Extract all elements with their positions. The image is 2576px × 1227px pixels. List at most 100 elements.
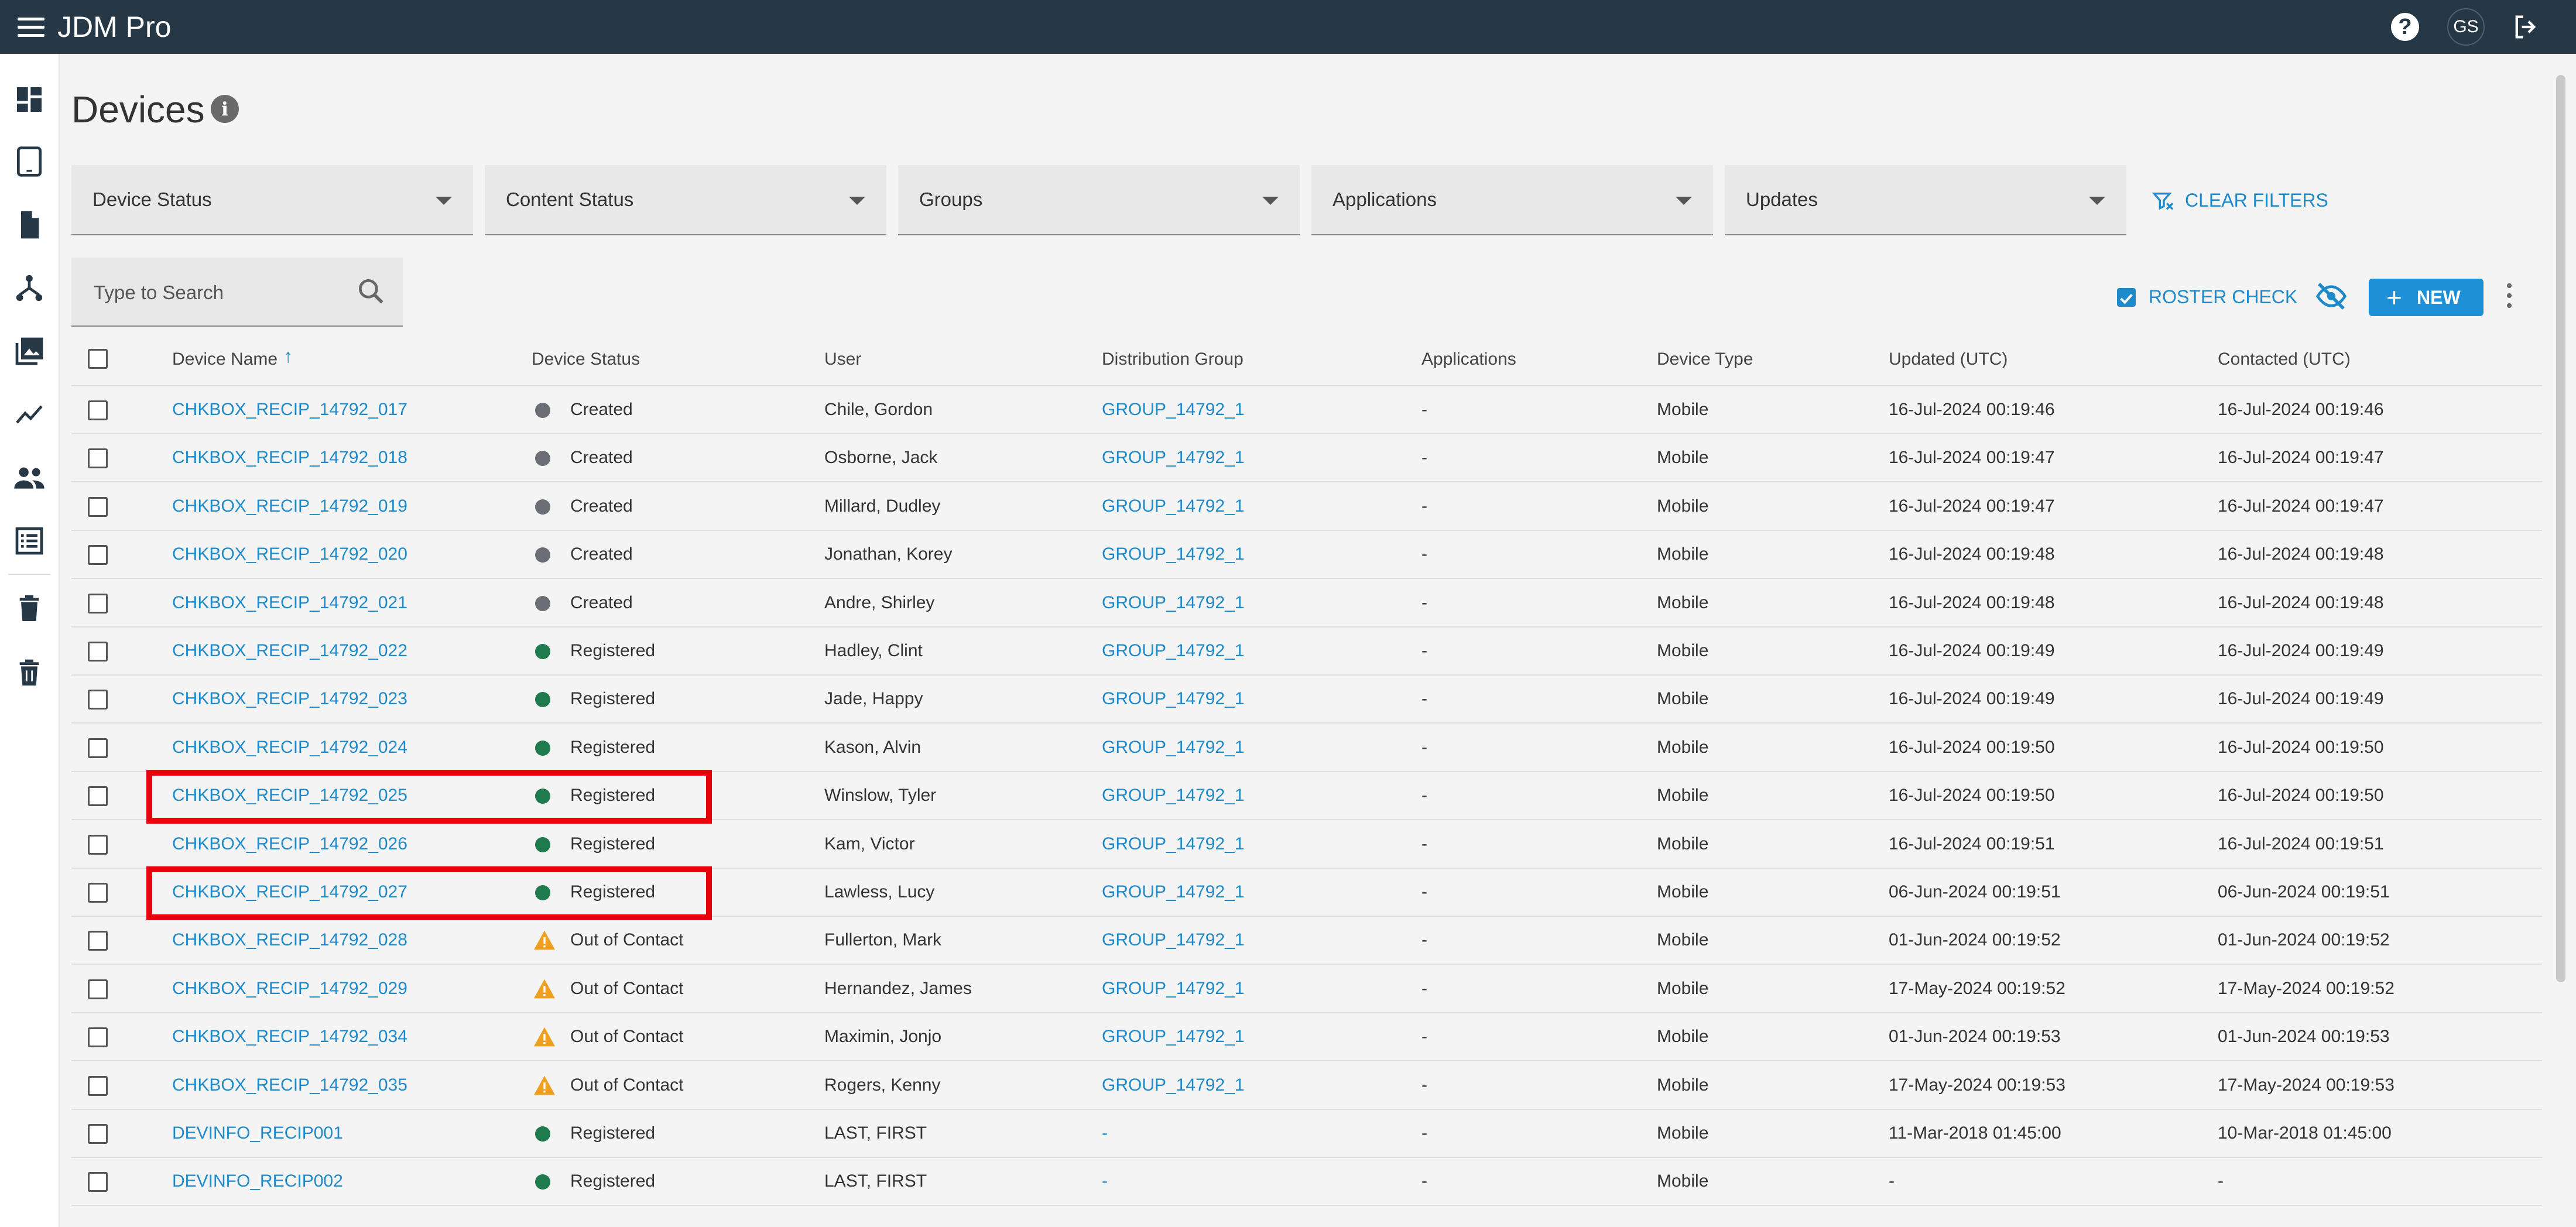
row-checkbox[interactable]: [88, 834, 108, 855]
trash-alt-icon[interactable]: [13, 657, 46, 690]
device-name-link[interactable]: CHKBOX_RECIP_14792_022: [172, 639, 407, 663]
table-row[interactable]: CHKBOX_RECIP_14792_029 Out of Contact Hern…: [71, 965, 2542, 1013]
row-checkbox[interactable]: [88, 1172, 108, 1192]
device-name-link[interactable]: CHKBOX_RECIP_14792_034: [172, 1025, 407, 1048]
row-checkbox[interactable]: [88, 1075, 108, 1096]
distribution-group-link[interactable]: GROUP_14792_1: [1102, 639, 1245, 663]
table-row[interactable]: CHKBOX_RECIP_14792_023 Registered Jade, Ha…: [71, 676, 2542, 724]
row-checkbox[interactable]: [88, 786, 108, 807]
updates-filter[interactable]: Updates: [1725, 165, 2126, 235]
row-checkbox[interactable]: [88, 545, 108, 565]
people-icon[interactable]: [13, 461, 46, 494]
device-name-link[interactable]: CHKBOX_RECIP_14792_023: [172, 687, 407, 711]
device-name-link[interactable]: CHKBOX_RECIP_14792_020: [172, 543, 407, 566]
column-header-updated[interactable]: Updated (UTC): [1889, 348, 2008, 371]
row-checkbox[interactable]: [88, 642, 108, 662]
table-row[interactable]: CHKBOX_RECIP_14792_028 Out of Contact Full…: [71, 917, 2542, 965]
device-name-link[interactable]: DEVINFO_RECIP002: [172, 1170, 343, 1193]
trend-chart-icon[interactable]: [13, 398, 46, 431]
search-icon[interactable]: [355, 275, 388, 308]
column-header-applications[interactable]: Applications: [1421, 348, 1516, 371]
table-row[interactable]: CHKBOX_RECIP_14792_020 Created Jonathan, K…: [71, 531, 2542, 580]
table-row[interactable]: CHKBOX_RECIP_14792_034 Out of Contact Maxi…: [71, 1013, 2542, 1062]
table-row[interactable]: CHKBOX_RECIP_14792_018 Created Osborne, Ja…: [71, 434, 2542, 483]
photo-library-icon[interactable]: [13, 335, 46, 368]
hamburger-menu-icon[interactable]: [18, 14, 44, 40]
distribution-group-link[interactable]: GROUP_14792_1: [1102, 1025, 1245, 1048]
row-checkbox[interactable]: [88, 883, 108, 903]
row-checkbox[interactable]: [88, 979, 108, 999]
info-icon[interactable]: i: [211, 95, 239, 123]
document-icon[interactable]: [13, 208, 46, 241]
table-row[interactable]: DEVINFO_RECIP002 Registered LAST, FIRST - - M…: [71, 1158, 2542, 1207]
hide-columns-eye-off-icon[interactable]: [2315, 280, 2348, 316]
row-checkbox[interactable]: [88, 931, 108, 951]
search-input[interactable]: [93, 279, 341, 307]
row-checkbox[interactable]: [88, 448, 108, 469]
row-checkbox[interactable]: [88, 1027, 108, 1048]
device-name-link[interactable]: CHKBOX_RECIP_14792_024: [172, 736, 407, 759]
distribution-group-link[interactable]: GROUP_14792_1: [1102, 736, 1245, 759]
device-status-filter[interactable]: Device Status: [71, 165, 473, 235]
device-name-link[interactable]: CHKBOX_RECIP_14792_021: [172, 591, 407, 615]
help-icon[interactable]: ?: [2391, 13, 2419, 41]
column-header-device-name[interactable]: Device Name: [172, 348, 278, 371]
groups-filter[interactable]: Groups: [898, 165, 1300, 235]
device-name-link[interactable]: CHKBOX_RECIP_14792_035: [172, 1074, 407, 1097]
device-name-link[interactable]: DEVINFO_RECIP001: [172, 1122, 343, 1145]
table-row[interactable]: DEVINFO_RECIP001 Registered LAST, FIRST - - M…: [71, 1110, 2542, 1158]
more-options-icon[interactable]: [2506, 283, 2513, 311]
distribution-group-link[interactable]: GROUP_14792_1: [1102, 977, 1245, 1000]
device-name-link[interactable]: CHKBOX_RECIP_14792_026: [172, 832, 407, 856]
dashboard-icon[interactable]: [13, 83, 46, 116]
table-row[interactable]: CHKBOX_RECIP_14792_026 Registered Kam, Vic…: [71, 821, 2542, 869]
distribution-group-link[interactable]: GROUP_14792_1: [1102, 832, 1245, 856]
distribution-group-link[interactable]: GROUP_14792_1: [1102, 591, 1245, 615]
distribution-group-link[interactable]: GROUP_14792_1: [1102, 928, 1245, 952]
trash-icon[interactable]: [13, 592, 46, 625]
table-row[interactable]: CHKBOX_RECIP_14792_024 Registered Kason, A…: [71, 724, 2542, 772]
row-checkbox[interactable]: [88, 738, 108, 758]
column-header-user[interactable]: User: [824, 348, 861, 371]
distribution-group-link[interactable]: GROUP_14792_1: [1102, 398, 1245, 421]
table-row[interactable]: CHKBOX_RECIP_14792_021 Created Andre, Shir…: [71, 580, 2542, 628]
hierarchy-icon[interactable]: [13, 272, 46, 304]
scrollbar-thumb[interactable]: [2556, 75, 2565, 982]
device-name-link[interactable]: CHKBOX_RECIP_14792_019: [172, 495, 407, 518]
distribution-group-link[interactable]: GROUP_14792_1: [1102, 495, 1245, 518]
user-avatar[interactable]: GS: [2447, 8, 2485, 46]
new-device-button[interactable]: + NEW: [2369, 279, 2483, 316]
row-checkbox[interactable]: [88, 496, 108, 517]
column-header-contacted[interactable]: Contacted (UTC): [2218, 348, 2351, 371]
distribution-group-link[interactable]: GROUP_14792_1: [1102, 1074, 1245, 1097]
table-row[interactable]: CHKBOX_RECIP_14792_035 Out of Contact Roge…: [71, 1062, 2542, 1110]
distribution-group-link[interactable]: GROUP_14792_1: [1102, 687, 1245, 711]
distribution-group-link[interactable]: GROUP_14792_1: [1102, 784, 1245, 807]
applications-filter[interactable]: Applications: [1311, 165, 1713, 235]
distribution-group-link[interactable]: GROUP_14792_1: [1102, 543, 1245, 566]
content-status-filter[interactable]: Content Status: [485, 165, 886, 235]
table-row[interactable]: CHKBOX_RECIP_14792_019 Created Millard, Du…: [71, 483, 2542, 531]
device-name-link[interactable]: CHKBOX_RECIP_14792_029: [172, 977, 407, 1000]
list-icon[interactable]: [13, 525, 46, 557]
sort-ascending-icon[interactable]: ↑: [283, 345, 293, 367]
table-row[interactable]: CHKBOX_RECIP_14792_017 Created Chile, Gord…: [71, 386, 2542, 434]
row-checkbox[interactable]: [88, 1124, 108, 1144]
select-all-checkbox[interactable]: [88, 349, 108, 369]
device-name-link[interactable]: CHKBOX_RECIP_14792_028: [172, 928, 407, 952]
distribution-group-link[interactable]: GROUP_14792_1: [1102, 880, 1245, 904]
distribution-group-link[interactable]: -: [1102, 1122, 1108, 1145]
device-name-link[interactable]: CHKBOX_RECIP_14792_017: [172, 398, 407, 421]
tablet-icon[interactable]: [13, 145, 46, 178]
row-checkbox[interactable]: [88, 593, 108, 614]
distribution-group-link[interactable]: -: [1102, 1170, 1108, 1193]
row-checkbox[interactable]: [88, 690, 108, 710]
column-header-distribution-group[interactable]: Distribution Group: [1102, 348, 1244, 371]
device-name-link[interactable]: CHKBOX_RECIP_14792_018: [172, 446, 407, 469]
table-row[interactable]: CHKBOX_RECIP_14792_022 Registered Hadley, …: [71, 628, 2542, 676]
logout-icon[interactable]: [2510, 12, 2541, 42]
row-checkbox[interactable]: [88, 400, 108, 420]
distribution-group-link[interactable]: GROUP_14792_1: [1102, 446, 1245, 469]
column-header-device-status[interactable]: Device Status: [532, 348, 640, 371]
column-header-device-type[interactable]: Device Type: [1657, 348, 1753, 371]
